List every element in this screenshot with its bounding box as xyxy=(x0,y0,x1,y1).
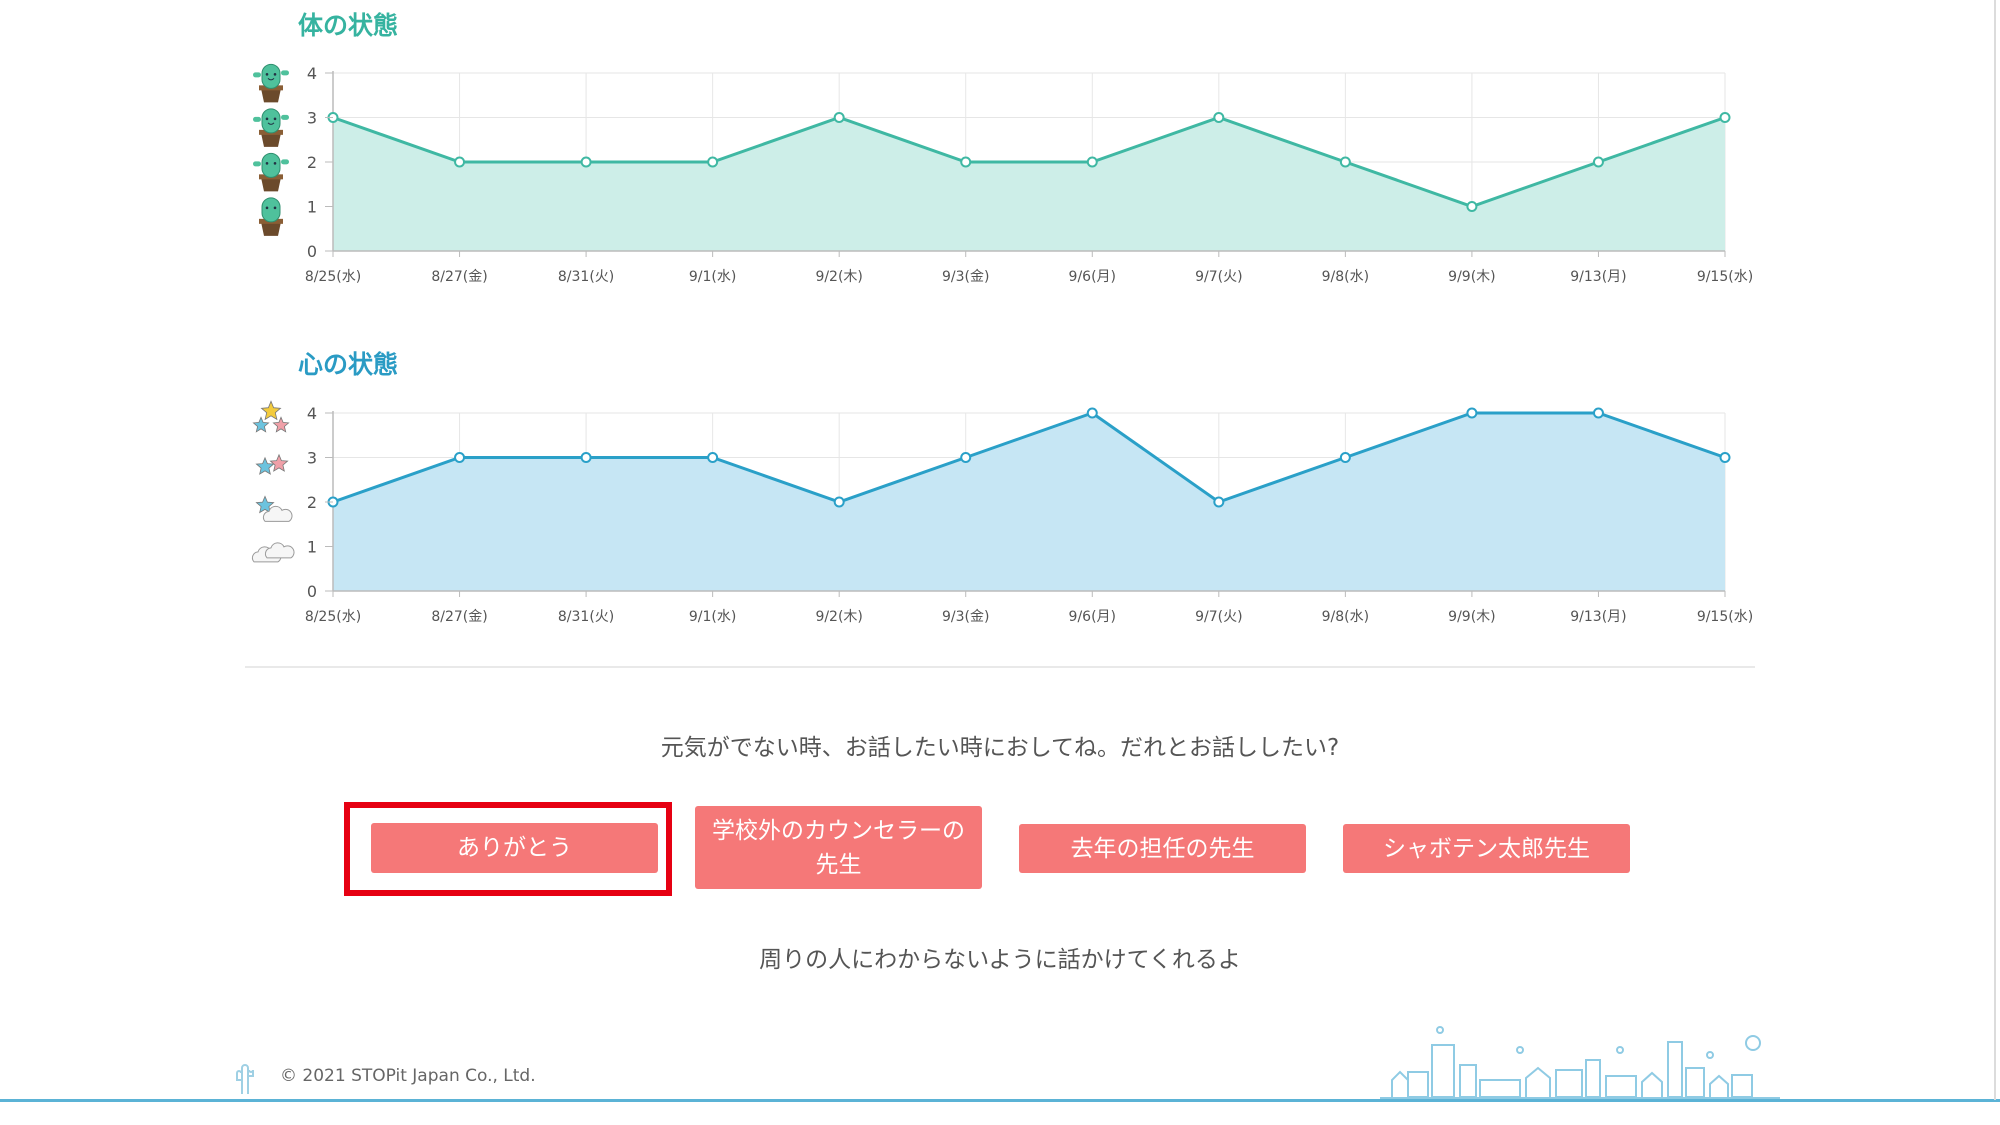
body-chart-y-tick-label: 1 xyxy=(307,198,317,217)
body-chart-x-tick-label: 8/31(火) xyxy=(558,269,614,285)
body-chart-y-tick-label: 2 xyxy=(307,153,317,172)
mind-chart-y-tick-label: 0 xyxy=(307,582,317,601)
mind-chart-point xyxy=(707,452,719,463)
mind-chart-point xyxy=(1339,452,1351,463)
mind-chart-x-tick-label: 9/7(火) xyxy=(1195,609,1242,625)
body-chart-point xyxy=(1592,156,1604,168)
hint-text: 周りの人にわからないように話かけてくれるよ xyxy=(759,947,1241,973)
mind-chart-point xyxy=(960,452,972,463)
body-chart-y-tick-label: 3 xyxy=(307,109,317,128)
city-skyline-icon xyxy=(1380,1026,1780,1099)
saboten-taro-teacher-button[interactable]: シャボテン太郎先生 xyxy=(1343,824,1630,873)
mind-chart-point xyxy=(833,496,845,508)
mind-chart-x-tick-label: 9/8(水) xyxy=(1322,609,1369,625)
saboten-taro-teacher-label: シャボテン太郎先生 xyxy=(1383,835,1590,862)
mind-chart-y-tick-label: 4 xyxy=(307,404,317,423)
outside-counselor-button[interactable]: 学校外のカウンセラーの 先生 xyxy=(695,806,982,889)
cactus-neutral-icon xyxy=(253,152,289,192)
body-chart-point xyxy=(580,156,592,168)
body-chart-point xyxy=(1086,156,1098,168)
body-chart-x-tick-label: 8/27(金) xyxy=(431,269,487,285)
talk-prompt: 元気がでない時、お話したい時におしてね。だれとお話ししたい? xyxy=(660,735,1340,761)
two-stars-icon xyxy=(255,453,289,475)
window-edge xyxy=(1994,0,1996,1100)
mind-chart-x-tick-label: 9/9(木) xyxy=(1448,609,1495,625)
outside-counselor-label-line1: 学校外のカウンセラーの xyxy=(712,817,965,844)
body-chart-x-tick-label: 9/13(月) xyxy=(1570,269,1626,285)
footer-line xyxy=(0,1099,2000,1102)
mind-chart-point xyxy=(580,452,592,463)
mind-chart-point xyxy=(1213,496,1225,508)
outside-counselor-label-line2: 先生 xyxy=(815,851,862,878)
body-chart-point xyxy=(1719,112,1731,123)
body-chart-x-tick-label: 9/3(金) xyxy=(942,269,989,285)
mind-chart-point xyxy=(1086,407,1098,419)
section-divider xyxy=(245,666,1755,668)
body-chart-point xyxy=(1466,201,1478,212)
body-chart-y-tick-label: 0 xyxy=(307,242,317,261)
body-chart-point xyxy=(1339,156,1351,168)
last-year-teacher-button[interactable]: 去年の担任の先生 xyxy=(1019,824,1306,873)
thanks-button-label: ありがとう xyxy=(457,835,572,861)
body-chart-x-tick-label: 9/2(木) xyxy=(815,269,862,285)
body-chart-y-tick-label: 4 xyxy=(307,64,317,83)
mind-chart-area xyxy=(333,413,1725,591)
body-chart-point xyxy=(960,156,972,168)
clouds-icon xyxy=(251,542,295,563)
body-chart-point xyxy=(454,156,466,168)
copyright-text: © 2021 STOPit Japan Co., Ltd. xyxy=(280,1066,536,1086)
mind-chart-x-tick-label: 9/3(金) xyxy=(942,609,989,625)
body-chart-x-tick-label: 9/6(月) xyxy=(1069,269,1116,285)
mind-chart-x-tick-label: 8/25(水) xyxy=(305,609,361,625)
three-stars-icon xyxy=(252,400,290,433)
last-year-teacher-label: 去年の担任の先生 xyxy=(1070,835,1255,862)
cactus-smile-icon xyxy=(253,108,289,147)
thanks-button[interactable]: ありがとう xyxy=(371,823,658,873)
mind-chart-x-tick-label: 9/2(木) xyxy=(815,609,862,625)
mind-chart-x-tick-label: 9/6(月) xyxy=(1069,609,1116,625)
mind-chart-y-tick-label: 1 xyxy=(307,538,317,557)
body-chart-x-tick-label: 9/8(水) xyxy=(1322,269,1369,285)
body-chart-x-tick-label: 8/25(水) xyxy=(305,269,361,285)
mind-chart-point xyxy=(1719,452,1731,463)
body-chart-x-tick-label: 9/7(火) xyxy=(1195,269,1242,285)
mind-chart-y-tick-label: 3 xyxy=(307,449,317,468)
mind-chart-y-tick-label: 2 xyxy=(307,493,317,512)
mind-chart-x-tick-label: 8/27(金) xyxy=(431,609,487,625)
body-chart-point xyxy=(707,156,719,168)
body-chart-point xyxy=(1213,112,1225,123)
mind-chart-point xyxy=(1592,407,1604,419)
mind-chart-x-tick-label: 9/15(水) xyxy=(1697,609,1753,625)
cactus-wilted-icon xyxy=(259,197,283,236)
mind-chart-point xyxy=(1466,407,1478,419)
mind-chart: 0 1 2 3 4 8/25(水) 8/27(金) 8/31(火) 9/1(水) 9/2(木) 9/… xyxy=(251,400,1753,625)
star-cloud-icon xyxy=(255,495,293,522)
mind-chart-point xyxy=(454,452,466,463)
cactus-logo-icon xyxy=(236,1064,254,1094)
cactus-happy-icon xyxy=(253,63,289,103)
mind-chart-x-tick-label: 8/31(火) xyxy=(558,609,614,625)
body-chart-area xyxy=(333,117,1725,251)
mind-chart-x-tick-label: 9/13(月) xyxy=(1570,609,1626,625)
body-chart-point xyxy=(833,112,845,123)
body-chart: 0 1 2 3 4 8/25(水) 8/27(金) 8/31(火) 9/1(水) 9/2(木) 9/… xyxy=(253,63,1753,285)
mind-chart-x-tick-label: 9/1(水) xyxy=(689,609,736,625)
body-chart-x-tick-label: 9/15(水) xyxy=(1697,269,1753,285)
body-chart-x-tick-label: 9/9(木) xyxy=(1448,269,1495,285)
body-chart-x-tick-label: 9/1(水) xyxy=(689,269,736,285)
